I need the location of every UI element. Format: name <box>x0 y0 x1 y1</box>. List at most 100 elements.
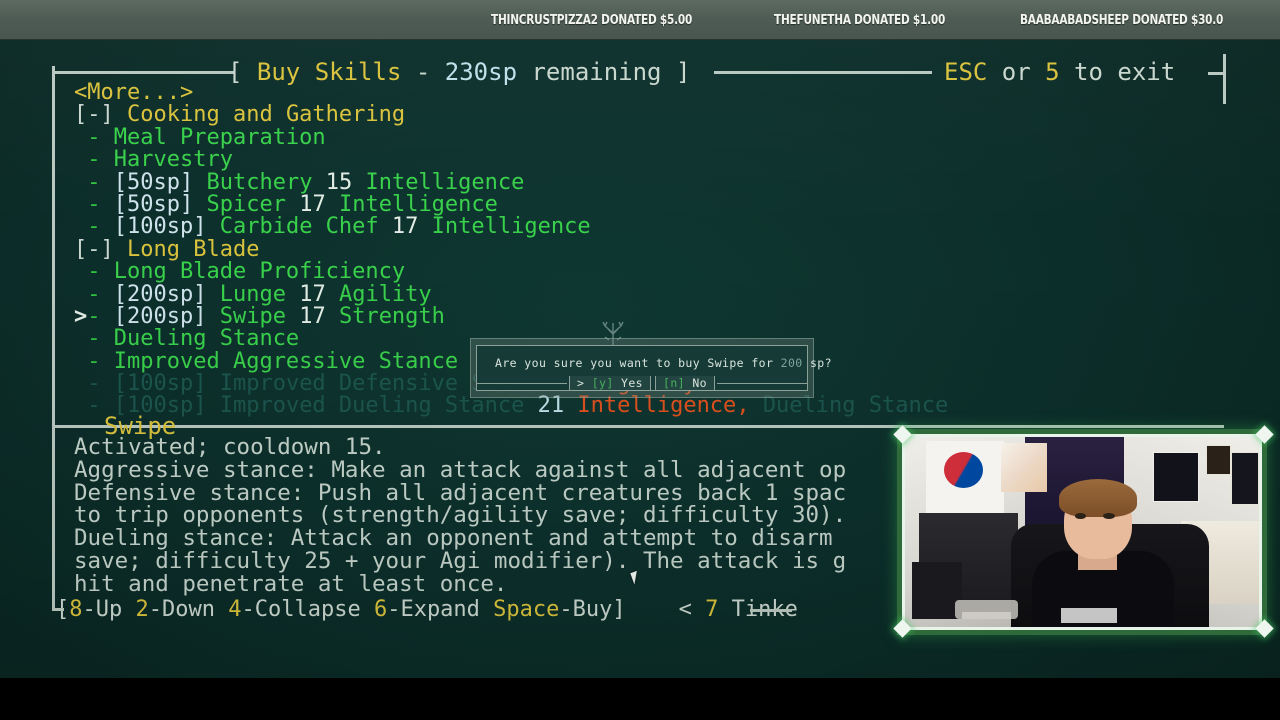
bullet-dash: - <box>87 214 101 240</box>
more-label: <More...> <box>74 80 194 105</box>
dialog-yes-key: [y] <box>591 376 614 390</box>
skill-name: Meal Preparation <box>113 124 326 150</box>
donation-ticker-items: THINCRUSTPIZZA2 DONATED $5.00 THEFUNETHA… <box>490 0 1280 39</box>
cmd-label-collapse: -Collapse <box>241 597 361 622</box>
collapse-marker[interactable]: [-] <box>74 102 114 127</box>
skill-name: Long Blade Proficiency <box>113 259 406 285</box>
donation-item: THINCRUSTPIZZA2 DONATED $5.00 <box>490 12 692 28</box>
bullet-dash: - <box>87 169 101 195</box>
skill-name: Swipe <box>219 303 286 329</box>
requirement-attribute: Intelligence <box>365 169 525 195</box>
dialog-message-mid: for <box>744 356 781 370</box>
list-item-category[interactable]: [-] Long Blade <box>74 236 1204 262</box>
webcam-overlay[interactable] <box>902 434 1262 630</box>
selection-cursor: > <box>74 304 88 329</box>
skill-cost: [50sp] <box>113 191 194 217</box>
cmd-bracket-close: ] <box>612 597 626 622</box>
dialog-no-key: [n] <box>663 376 685 390</box>
category-label: Long Blade <box>127 236 260 262</box>
frame-left <box>52 66 55 611</box>
dialog-message: Are you sure you want to buy Swipe for 2… <box>495 356 832 370</box>
confirm-purchase-dialog[interactable]: Are you sure you want to buy Swipe for 2… <box>470 321 832 398</box>
skill-name: Butchery <box>206 169 313 195</box>
list-item-skill[interactable]: - Long Blade Proficiency <box>74 259 1204 285</box>
bullet-dash: - <box>87 303 101 329</box>
bullet-dash: - <box>87 147 101 173</box>
dialog-rule-left <box>476 383 568 384</box>
dialog-yes-label: Yes <box>621 376 643 390</box>
webcam-shirt-graphic <box>1060 608 1118 624</box>
webcam-poster <box>1000 442 1047 493</box>
cmd-key-expand[interactable]: 6 <box>374 597 387 622</box>
requirement-attribute: Intelligence <box>338 191 498 217</box>
requirement-attribute: Agility <box>338 281 432 307</box>
collapse-marker[interactable]: [-] <box>74 237 114 262</box>
list-item-skill[interactable]: - [50sp] Spicer 17 Intelligence <box>74 191 1204 217</box>
webcam-person-eye <box>1103 513 1115 519</box>
command-bar-rule <box>750 609 792 612</box>
dialog-yes-button[interactable]: > [y] Yes <box>569 376 651 391</box>
donation-item: THEFUNETHA DONATED $1.00 <box>774 12 946 28</box>
dialog-no-button[interactable]: [n] No <box>655 376 715 391</box>
header-rule-right <box>714 71 932 74</box>
cmd-label-down: -Down <box>148 597 215 622</box>
dialog-rule-right <box>716 383 809 384</box>
skill-name: Harvestry <box>113 147 233 173</box>
skill-cost: [100sp] <box>113 371 207 397</box>
donation-ticker-bar: THINCRUSTPIZZA2 DONATED $5.00 THEFUNETHA… <box>0 0 1280 40</box>
bullet-dash: - <box>87 326 101 352</box>
list-item-skill[interactable]: - [50sp] Butchery 15 Intelligence <box>74 169 1204 195</box>
dialog-no-label: No <box>692 376 707 390</box>
skill-cost: [50sp] <box>113 169 194 195</box>
list-item-skill-selected[interactable]: - [200sp] Swipe 17 Strength <box>74 303 1204 329</box>
cmd-key-next[interactable]: 7 <box>705 597 718 622</box>
requirement-attribute: Intelligence <box>431 214 591 240</box>
cmd-key-up[interactable]: 8 <box>69 597 82 622</box>
skill-name: Spicer <box>206 191 286 217</box>
skill-cost: [200sp] <box>113 303 207 329</box>
webcam-wall-frame <box>1230 452 1259 506</box>
letterbox-bottom <box>0 678 1280 720</box>
list-item-skill[interactable]: - [100sp] Carbide Chef 17 Intelligence <box>74 216 1204 238</box>
requirement-value: 17 <box>299 281 326 307</box>
frame-bottom-stub <box>52 608 64 611</box>
cmd-label-expand: -Expand <box>387 597 480 622</box>
bullet-dash: - <box>87 348 101 374</box>
dialog-selection-caret: > <box>577 376 585 390</box>
requirement-value: 15 <box>325 169 353 195</box>
skill-name: Improved Aggressive Stance <box>113 348 459 374</box>
webcam-person-hair <box>1058 478 1137 517</box>
list-item-skill[interactable]: - Meal Preparation <box>74 124 1204 150</box>
dialog-button-row: > [y] Yes [n] No <box>476 376 809 391</box>
cmd-key-buy[interactable]: Space <box>493 597 559 622</box>
webcam-floor-items <box>954 600 1019 620</box>
list-item-skill[interactable]: - Harvestry <box>74 147 1204 173</box>
webcam-wall-frame <box>1152 452 1199 502</box>
webcam-flag-emblem-icon <box>943 452 983 489</box>
cmd-label-buy: -Buy <box>559 597 613 622</box>
category-label: Cooking and Gathering <box>127 102 406 128</box>
cmd-arrow-icon[interactable]: < <box>679 597 692 622</box>
list-item-category[interactable]: [-] Cooking and Gathering <box>74 104 1204 126</box>
cmd-key-down[interactable]: 2 <box>136 597 149 622</box>
cmd-key-collapse[interactable]: 4 <box>228 597 241 622</box>
skill-cost: [100sp] <box>113 214 207 240</box>
requirement-value: 17 <box>299 303 326 329</box>
donation-item: BAABAABADSHEEP DONATED $30.0 <box>1019 12 1223 28</box>
list-item-skill-locked[interactable]: - [100sp] Improved Dueling Stance 21 Int… <box>74 395 1204 417</box>
bullet-dash: - <box>87 393 101 419</box>
command-bar: [8-Up 2-Down 4-Collapse 6-Expand Space-B… <box>56 598 798 622</box>
dialog-message-suffix: sp? <box>802 356 832 370</box>
cmd-label-up: -Up <box>82 597 123 622</box>
requirement-value: 17 <box>299 191 326 217</box>
list-item-skill[interactable]: - [200sp] Lunge 17 Agility <box>74 281 1204 307</box>
list-item-more[interactable]: <More...> <box>74 80 1204 105</box>
bullet-dash: - <box>87 371 101 397</box>
webcam-person-eye <box>1074 513 1087 519</box>
webcam-wall-frame <box>1205 444 1231 475</box>
skill-cost: [200sp] <box>113 281 207 307</box>
bullet-dash: - <box>87 281 101 307</box>
stream-screen: THINCRUSTPIZZA2 DONATED $5.00 THEFUNETHA… <box>0 0 1280 720</box>
dialog-message-prefix: Are you sure you want to buy <box>495 356 708 370</box>
dialog-message-skill: Swipe <box>707 356 745 370</box>
